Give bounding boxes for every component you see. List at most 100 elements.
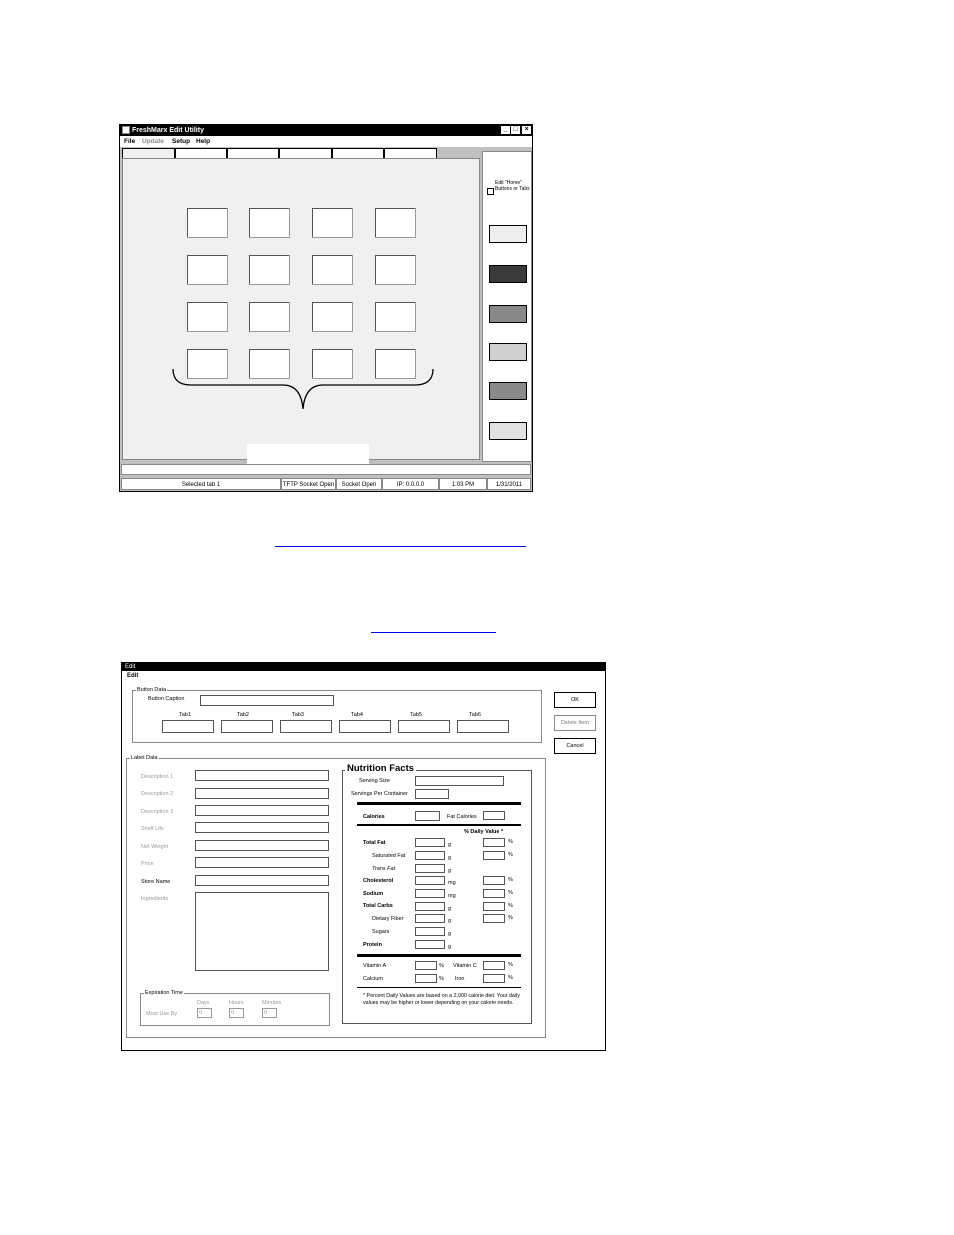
net-weight-label: Net Weight (141, 844, 169, 850)
nutrient-input[interactable] (415, 902, 445, 911)
grid-button[interactable] (312, 255, 353, 285)
nutrient-input[interactable] (415, 927, 445, 936)
fat-calories-input[interactable] (483, 811, 505, 820)
daily-value-input[interactable] (483, 914, 505, 923)
pct-sign: % (508, 839, 513, 845)
color-button[interactable] (489, 422, 527, 440)
serving-size-input[interactable] (415, 776, 504, 786)
tab6-input[interactable] (457, 720, 509, 733)
nutrient-input[interactable] (415, 864, 445, 873)
menu-bar: File Update Setup Help (120, 136, 532, 147)
ingredients-textarea[interactable] (195, 892, 329, 971)
ok-button[interactable]: OK (554, 692, 596, 708)
menu-file[interactable]: File (124, 136, 135, 147)
tab6-label: Tab6 (469, 712, 481, 718)
nutrient-input[interactable] (415, 838, 445, 847)
grid-button[interactable] (249, 302, 290, 332)
grid-button[interactable] (187, 255, 228, 285)
pct-sign: % (508, 852, 513, 858)
daily-value-input[interactable] (483, 876, 505, 885)
edit-home-checkbox[interactable] (487, 188, 494, 195)
tab1-input[interactable] (162, 720, 214, 733)
nutrient-input[interactable] (415, 876, 445, 885)
color-button[interactable] (489, 305, 527, 323)
price-input[interactable] (195, 857, 329, 868)
shelf-life-label: Shelf Life (141, 826, 164, 832)
color-button[interactable] (489, 265, 527, 283)
nutrient-label: Protein (363, 942, 382, 948)
status-tftp: TFTP Socket Open (281, 478, 336, 490)
window-title: FreshMarx Edit Utility (132, 127, 204, 134)
calories-input[interactable] (415, 811, 440, 821)
grid-button[interactable] (375, 208, 416, 238)
color-button[interactable] (489, 225, 527, 243)
grid-button[interactable] (312, 208, 353, 238)
nutrient-label: Saturated Fat (372, 853, 406, 859)
close-button[interactable]: × (522, 126, 531, 134)
tab4-label: Tab4 (351, 712, 363, 718)
status-bar: Selected tab 1 TFTP Socket Open Socket O… (121, 478, 531, 490)
vitamin-c-input[interactable] (483, 961, 505, 970)
grid-button[interactable] (375, 302, 416, 332)
nutrient-input[interactable] (415, 889, 445, 898)
grid-button[interactable] (249, 208, 290, 238)
grid-button[interactable] (312, 302, 353, 332)
minutes-input[interactable]: 0 (262, 1008, 277, 1018)
store-name-input[interactable] (195, 875, 329, 886)
nutrient-unit: g (448, 944, 452, 950)
nutrient-input[interactable] (415, 940, 445, 949)
shelf-life-input[interactable] (195, 822, 329, 833)
nutrient-label: Total Fat (363, 840, 386, 846)
net-weight-input[interactable] (195, 840, 329, 851)
grid-button[interactable] (375, 255, 416, 285)
tab3-label: Tab3 (292, 712, 304, 718)
nutrient-unit: g (448, 855, 452, 861)
link-underline[interactable] (275, 546, 526, 547)
button-caption-input[interactable] (200, 695, 334, 706)
nutrient-label: Trans Fat (372, 866, 396, 872)
daily-value-input[interactable] (483, 902, 505, 911)
description-3-input[interactable] (195, 805, 329, 816)
tab5-input[interactable] (398, 720, 450, 733)
days-input[interactable]: 0 (197, 1008, 212, 1018)
iron-input[interactable] (483, 974, 505, 983)
nutrient-unit: g (448, 842, 452, 848)
description-1-input[interactable] (195, 770, 329, 781)
status-selected-tab: Selected tab 1 (121, 478, 281, 490)
cancel-button[interactable]: Cancel (554, 738, 596, 754)
tab3-input[interactable] (280, 720, 332, 733)
daily-value-input[interactable] (483, 851, 505, 860)
edit-dialog: Edit Edit Button Data Button Caption Tab… (121, 662, 606, 1051)
description-2-input[interactable] (195, 788, 329, 799)
menu-setup[interactable]: Setup (172, 136, 190, 147)
calcium-input[interactable] (415, 974, 437, 983)
hours-label: Hours (229, 1000, 244, 1006)
color-button[interactable] (489, 382, 527, 400)
delete-item-button[interactable]: Delete Item (554, 715, 596, 731)
tab4-input[interactable] (339, 720, 391, 733)
daily-value-input[interactable] (483, 838, 505, 847)
vitamin-a-input[interactable] (415, 961, 437, 970)
nutrition-facts-title: Nutrition Facts (345, 763, 417, 774)
nutrient-unit: g (448, 918, 452, 924)
grid-button[interactable] (187, 302, 228, 332)
maximize-button[interactable]: □ (511, 126, 520, 134)
daily-value-input[interactable] (483, 889, 505, 898)
color-button[interactable] (489, 343, 527, 361)
pct-sign: % (508, 877, 513, 883)
grid-button[interactable] (249, 255, 290, 285)
nutrient-input[interactable] (415, 851, 445, 860)
menu-update[interactable]: Update (142, 136, 164, 147)
hours-input[interactable]: 0 (229, 1008, 244, 1018)
servings-per-container-input[interactable] (415, 789, 449, 799)
nutrient-label: Sodium (363, 891, 384, 897)
link-underline[interactable] (371, 632, 496, 633)
nutrient-input[interactable] (415, 914, 445, 923)
tab2-input[interactable] (221, 720, 273, 733)
menu-help[interactable]: Help (196, 136, 210, 147)
nutrient-label: Cholesterol (363, 878, 394, 884)
minimize-button[interactable]: _ (501, 126, 510, 134)
message-line (121, 464, 531, 475)
menu-edit[interactable]: Edit (127, 673, 138, 679)
grid-button[interactable] (187, 208, 228, 238)
